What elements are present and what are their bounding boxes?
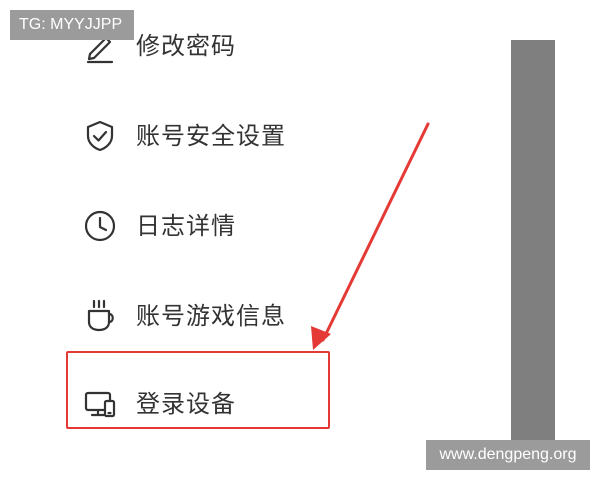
menu-item-game-info[interactable]: 账号游戏信息 [72,286,492,346]
highlight-box [66,351,330,429]
menu-item-label: 修改密码 [136,32,236,60]
cup-icon [82,298,118,334]
menu-item-account-security[interactable]: 账号安全设置 [72,106,492,166]
watermark-tag: TG: MYYJJPP [10,10,134,40]
clock-icon [82,208,118,244]
menu-item-label: 账号游戏信息 [136,302,286,330]
shield-check-icon [82,118,118,154]
menu-item-label: 日志详情 [136,212,236,240]
menu-item-label: 账号安全设置 [136,122,286,150]
scrollbar[interactable] [511,40,555,440]
menu-item-change-password[interactable]: 修改密码 [72,16,492,76]
watermark-site: www.dengpeng.org [426,440,590,470]
menu-item-log-details[interactable]: 日志详情 [72,196,492,256]
